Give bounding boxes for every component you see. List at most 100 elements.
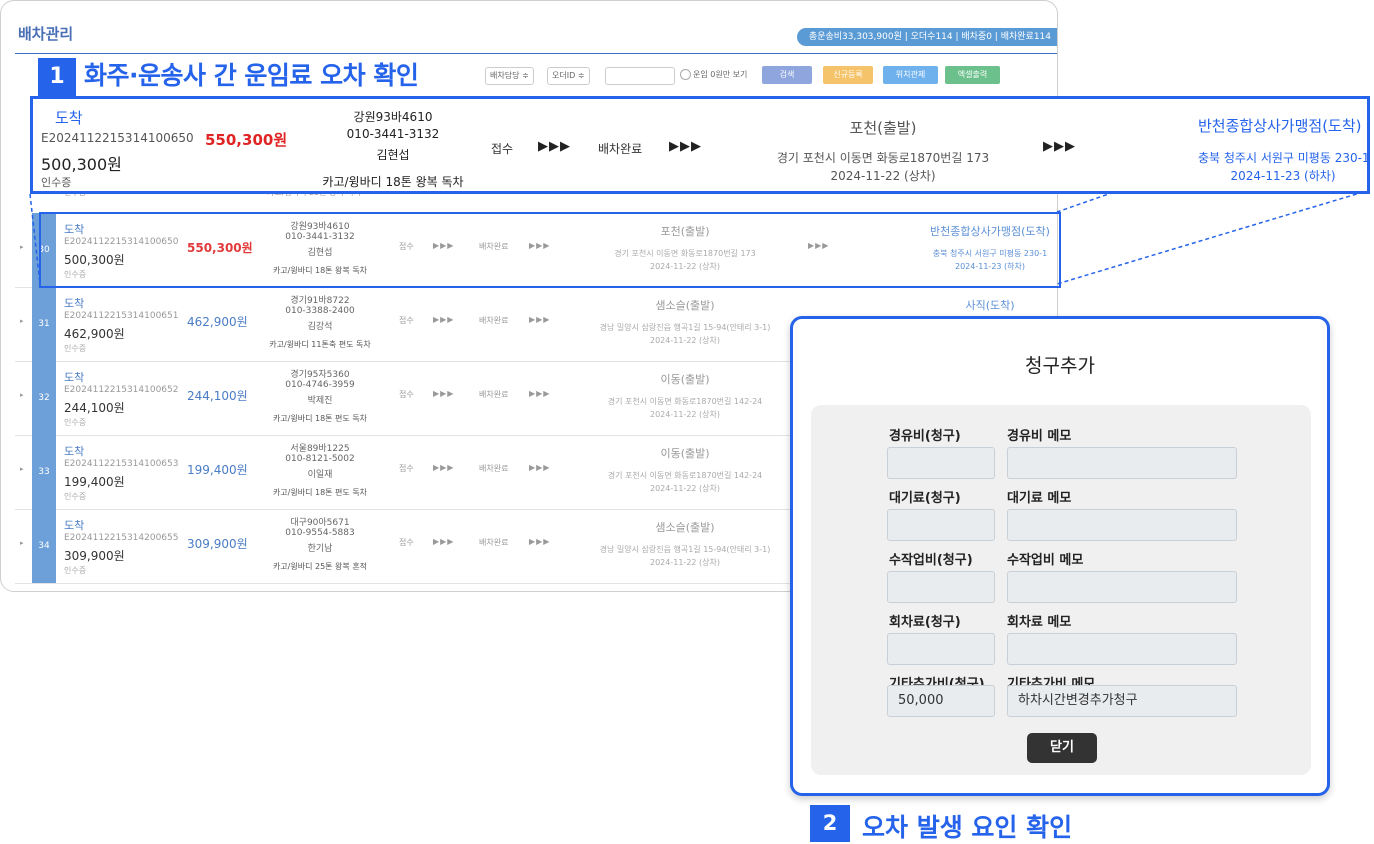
- step-dispatch-done: 배차완료: [598, 142, 643, 156]
- origin-address: 경기 포천시 이동면 화동로1870번길 142-24: [607, 471, 763, 480]
- search-button[interactable]: 검색: [762, 66, 812, 84]
- vehicle-plate: 경기91바8722: [290, 296, 350, 306]
- arrow-icon: ▶▶▶: [1043, 139, 1076, 154]
- driver-name: 김현섭: [376, 148, 410, 162]
- zero-freight-label: 운임 0원만 보기: [693, 70, 748, 79]
- manager-select[interactable]: 배차담당 ≑: [485, 67, 534, 85]
- location-control-button[interactable]: 위치관제: [883, 66, 938, 84]
- status-label: 도착: [55, 109, 83, 127]
- driver-phone: 010-3388-2400: [285, 306, 355, 316]
- order-id: E2024112215314200655: [64, 533, 179, 543]
- origin-address: 경기 포천시 이동면 화동로1870번길 142-24: [607, 397, 763, 406]
- return-charge-input[interactable]: [887, 633, 995, 665]
- step-accept: 접수: [399, 390, 414, 399]
- origin-date: 2024-11-22 (상차): [650, 484, 720, 493]
- destination-date: 2024-11-23 (하차): [1230, 169, 1336, 183]
- destination-address: 충북 청주시 서원구 미평동 230-1: [1198, 151, 1370, 165]
- arrow-icon: ▶▶▶: [538, 139, 571, 154]
- row-number: 34: [32, 509, 56, 583]
- origin-date: 2024-11-22 (상차): [650, 410, 720, 419]
- zoomed-row: 도착 E2024112215314100650 550,300원 500,300…: [30, 96, 1370, 194]
- total-freight: 462,900원: [187, 315, 248, 329]
- modal-title: 청구추가: [1025, 355, 1095, 377]
- wait-memo-label: 대기료 메모: [1007, 491, 1072, 506]
- handwork-charge-label: 수작업비(청구): [889, 553, 973, 568]
- step-dispatch-done: 배차완료: [479, 316, 509, 325]
- row-number: 32: [32, 361, 56, 435]
- add-charge-modal: 청구추가 경유비(청구) 경유비 메모 대기료(청구) 대기료 메모 수작업비(…: [790, 316, 1330, 796]
- highlight-row-30: [39, 212, 1061, 288]
- freight-amount: 500,300원: [41, 155, 122, 174]
- origin-date: 2024-11-22 (상차): [650, 336, 720, 345]
- driver-phone: 010-4746-3959: [285, 380, 355, 390]
- vehicle-plate: 강원93바4610: [353, 110, 433, 124]
- step-accept: 접수: [399, 464, 414, 473]
- origin-name: 샘소슬(출발): [655, 299, 715, 312]
- expand-icon[interactable]: ▸: [20, 243, 24, 251]
- origin-name: 이동(출발): [660, 447, 710, 460]
- status-label: 도착: [64, 371, 85, 384]
- origin-address: 경남 밀양시 삼랑진읍 행곡1길 15-94(안태리 3-1): [599, 323, 771, 332]
- arrow-icon: ▶▶▶: [529, 463, 551, 472]
- total-freight: 550,300원: [205, 131, 288, 149]
- summary-badge: 총운송비33,303,900원 | 오더수114 | 배차중0 | 배차완료11…: [796, 28, 1057, 46]
- cert-label: 인수증: [64, 344, 87, 353]
- order-id-input[interactable]: [605, 67, 675, 85]
- etc-memo-input[interactable]: 하차시간변경추가청구: [1007, 685, 1237, 717]
- step-accept: 접수: [399, 538, 414, 547]
- close-button[interactable]: 닫기: [1027, 733, 1097, 763]
- total-freight: 199,400원: [187, 463, 248, 477]
- order-id: E2024112215314100651: [64, 311, 179, 321]
- expand-icon[interactable]: ▸: [20, 539, 24, 547]
- expand-icon[interactable]: ▸: [20, 317, 24, 325]
- cert-label: 인수증: [64, 492, 87, 501]
- handwork-memo-input[interactable]: [1007, 571, 1237, 603]
- row-number: 33: [32, 435, 56, 509]
- title-divider: [15, 53, 1057, 54]
- return-charge-label: 회차료(청구): [889, 615, 961, 630]
- step-dispatch-done: 배차완료: [479, 538, 509, 547]
- wait-charge-label: 대기료(청구): [889, 491, 961, 506]
- excel-export-button[interactable]: 엑셀출력: [945, 66, 1000, 84]
- row-number: 31: [32, 287, 56, 361]
- destination-name: 사직(도착): [965, 299, 1015, 312]
- wait-charge-input[interactable]: [887, 509, 995, 541]
- fuel-memo-input[interactable]: [1007, 447, 1237, 479]
- vehicle-type: 카고/윙바디 18톤 편도 독차: [272, 488, 368, 497]
- arrow-icon: ▶▶▶: [433, 463, 455, 472]
- vehicle-type: 카고/윙바디 11톤축 편도 독차: [269, 340, 371, 349]
- expand-icon[interactable]: ▸: [20, 391, 24, 399]
- step-dispatch-done: 배차완료: [479, 390, 509, 399]
- arrow-icon: ▶▶▶: [433, 315, 455, 324]
- annotation-1-badge: 1: [38, 58, 76, 96]
- arrow-icon: ▶▶▶: [529, 537, 551, 546]
- etc-charge-input[interactable]: 50,000: [887, 685, 995, 717]
- vehicle-type: 카고/윙바디 18톤 편도 독차: [272, 414, 368, 423]
- expand-icon[interactable]: ▸: [20, 465, 24, 473]
- arrow-icon: ▶▶▶: [433, 389, 455, 398]
- freight-amount: 244,100원: [64, 401, 125, 415]
- fuel-charge-input[interactable]: [887, 447, 995, 479]
- vehicle-type: 카고/윙바디 25톤 왕복 혼적: [272, 562, 368, 571]
- cert-label: 인수증: [64, 418, 87, 427]
- driver-name: 이일재: [307, 470, 333, 480]
- return-memo-input[interactable]: [1007, 633, 1237, 665]
- handwork-charge-input[interactable]: [887, 571, 995, 603]
- driver-name: 한기남: [307, 544, 333, 554]
- origin-date: 2024-11-22 (상차): [830, 169, 936, 183]
- wait-memo-input[interactable]: [1007, 509, 1237, 541]
- vehicle-plate: 서울89바1225: [290, 444, 350, 454]
- status-label: 도착: [64, 519, 85, 532]
- fuel-charge-label: 경유비(청구): [889, 429, 961, 444]
- new-order-button[interactable]: 신규등록: [823, 66, 873, 84]
- order-id-select[interactable]: 오더ID ≑: [547, 67, 590, 85]
- origin-address: 경기 포천시 이동면 화동로1870번길 173: [776, 151, 990, 165]
- vehicle-plate: 경기95자5360: [290, 370, 350, 380]
- zero-freight-radio[interactable]: [680, 69, 691, 80]
- driver-phone: 010-3441-3132: [346, 127, 440, 141]
- order-id: E2024112215314100650: [41, 131, 194, 145]
- modal-form-panel: 경유비(청구) 경유비 메모 대기료(청구) 대기료 메모 수작업비(청구) 수…: [811, 405, 1311, 775]
- annotation-2-badge: 2: [810, 805, 850, 842]
- total-freight: 244,100원: [187, 389, 248, 403]
- origin-name: 포천(출발): [849, 119, 917, 137]
